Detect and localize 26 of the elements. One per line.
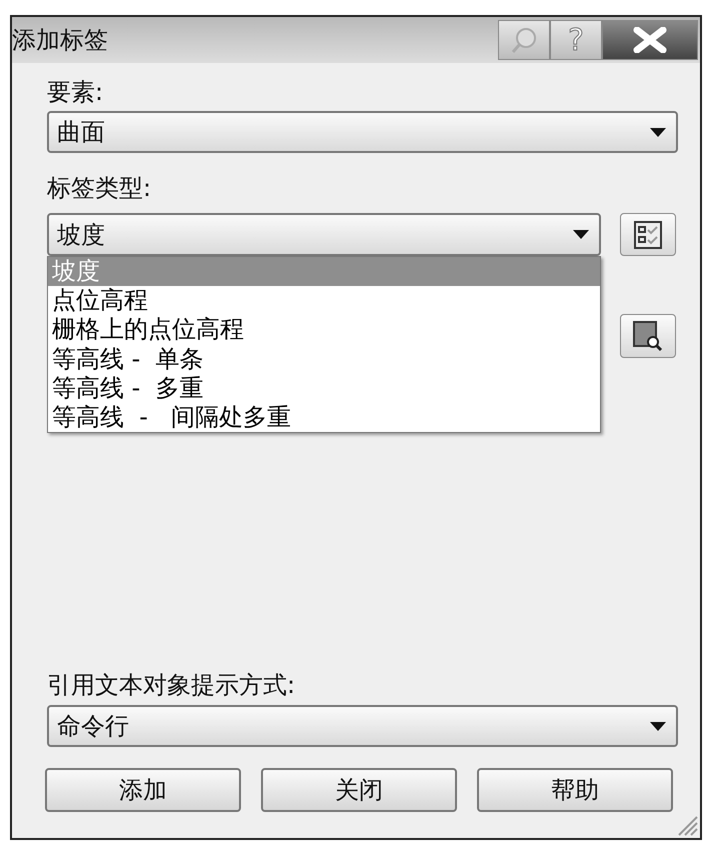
- field-label: 标签类型:: [47, 173, 152, 204]
- resize-grip-icon: [676, 814, 698, 836]
- dropdown-arrow-icon: [650, 722, 666, 730]
- dialog-button[interactable]: 添加: [45, 768, 241, 812]
- dropdown-option[interactable]: 栅格上的点位高程: [48, 315, 600, 345]
- checklist-icon: [634, 220, 662, 248]
- close-icon: [633, 27, 667, 53]
- magnifier-icon: [633, 321, 663, 351]
- dropdown-option[interactable]: 等高线 - 间隔处多重: [48, 403, 600, 432]
- prompt-dropdown[interactable]: 命令行: [47, 705, 678, 747]
- window-title: 添加标签: [12, 25, 109, 56]
- dropdown-option[interactable]: 等高线 - 多重: [48, 374, 600, 404]
- element-dropdown[interactable]: 曲面: [47, 111, 678, 153]
- dropdown-arrow-icon: [650, 128, 666, 136]
- field-label: 引用文本对象提示方式:: [47, 670, 296, 701]
- close-button[interactable]: [602, 20, 698, 60]
- dropdown-option[interactable]: 等高线 - 单条: [48, 344, 600, 374]
- pin-button[interactable]: [498, 20, 550, 60]
- field-label: 要素:: [47, 77, 104, 108]
- preview-button[interactable]: [620, 314, 676, 358]
- label-type-dropdown[interactable]: 坡度: [47, 213, 601, 256]
- dialog-button[interactable]: 帮助: [477, 768, 673, 812]
- dropdown-arrow-icon: [573, 230, 589, 239]
- style-button[interactable]: [620, 213, 676, 256]
- dropdown-option[interactable]: 点位高程: [48, 286, 600, 316]
- dialog-button[interactable]: 关闭: [261, 768, 457, 812]
